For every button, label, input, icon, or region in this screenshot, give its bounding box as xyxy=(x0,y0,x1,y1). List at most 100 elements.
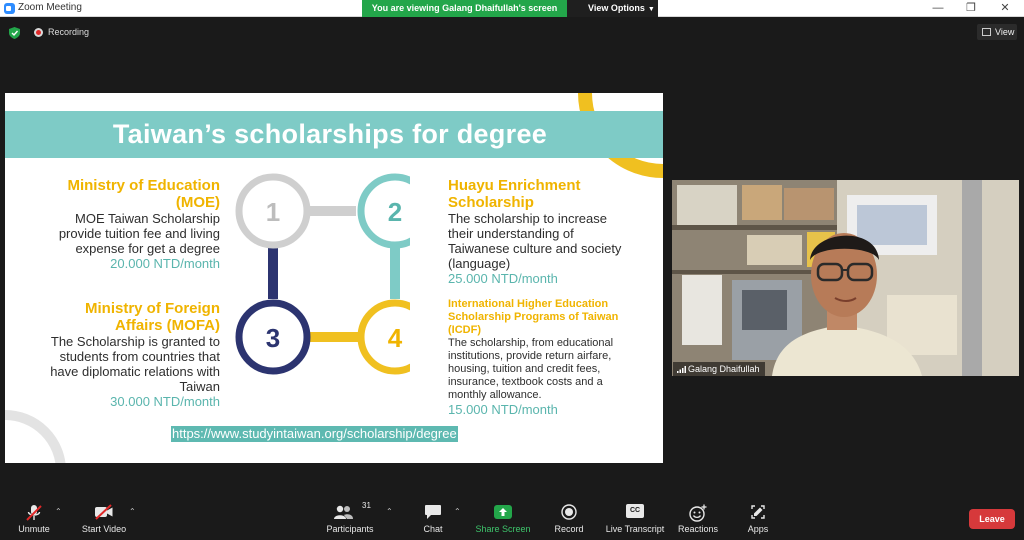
mofa-org-line1: Ministry of Foreign xyxy=(85,300,220,317)
participants-button[interactable]: 31 Participants xyxy=(322,495,378,540)
step-4-circle xyxy=(357,299,410,375)
share-screen-label: Share Screen xyxy=(475,524,531,534)
mofa-desc-line3: have diplomatic relations with xyxy=(50,364,220,379)
unmute-label: Unmute xyxy=(18,524,50,534)
encryption-shield-icon[interactable] xyxy=(9,27,20,39)
apps-label: Apps xyxy=(747,524,769,534)
icdf-desc-line2: institutions, provide return airfare, xyxy=(448,350,612,362)
participants-icon xyxy=(334,505,353,519)
participants-label: Participants xyxy=(326,524,374,534)
close-button[interactable]: ✕ xyxy=(988,0,1022,17)
chat-bubble-icon xyxy=(425,505,441,519)
mofa-amount: 30.000 NTD/month xyxy=(110,394,220,409)
moe-amount: 20.000 NTD/month xyxy=(110,256,220,271)
moe-desc-line3: expense for get a degree xyxy=(75,241,220,256)
maximize-button[interactable]: ❐ xyxy=(954,0,988,17)
participant-video-frame xyxy=(672,180,1019,376)
leave-button[interactable]: Leave xyxy=(969,509,1015,529)
participant-video-tile[interactable] xyxy=(672,180,1019,376)
reactions-label: Reactions xyxy=(677,524,719,534)
chat-label: Chat xyxy=(423,524,443,534)
apps-button[interactable]: Apps xyxy=(740,495,776,540)
moe-desc-line2: provide tuition fee and living xyxy=(58,226,220,241)
icdf-desc-line1: The scholarship, from educational xyxy=(448,337,614,349)
view-options-button[interactable]: View Options ▼ xyxy=(567,0,658,17)
minimize-icon: — xyxy=(932,2,944,14)
mofa-desc-line4: Taiwan xyxy=(179,379,220,394)
step-1-number: 1 xyxy=(266,197,280,227)
mofa-org-line2: Affairs (MOFA) xyxy=(115,317,220,334)
slide-title: Taiwan’s scholarships for degree xyxy=(112,119,548,149)
live-transcript-button[interactable]: CC Live Transcript xyxy=(603,495,667,540)
video-camera-off-icon xyxy=(95,504,113,520)
close-icon: ✕ xyxy=(1000,2,1010,14)
mofa-desc-line1: The Scholarship is granted to xyxy=(50,334,220,349)
icdf-org-line2: Scholarship Programs of Taiwan xyxy=(448,311,619,323)
decorative-arc-bottom-left xyxy=(5,410,66,463)
zoom-window: Zoom Meeting You are viewing Galang Dhai… xyxy=(0,0,1024,540)
meeting-toolbar: Unmute ⌃ Start Video ⌃ 31 Participants ⌃ xyxy=(0,495,1024,540)
unmute-button[interactable]: Unmute xyxy=(12,495,56,540)
live-transcript-label: Live Transcript xyxy=(605,524,665,534)
chevron-down-icon: ▼ xyxy=(647,6,655,13)
record-label: Record xyxy=(554,524,584,534)
view-button[interactable]: View xyxy=(977,24,1017,40)
reactions-button[interactable]: Reactions xyxy=(676,495,720,540)
viewing-screen-banner: You are viewing Galang Dhaifullah's scre… xyxy=(362,0,567,17)
icdf-amount: 15.000 NTD/month xyxy=(448,402,558,417)
step-2-number: 2 xyxy=(388,197,402,227)
huayu-org-line2: Scholarship xyxy=(448,194,534,211)
participant-name: Galang Dhaifullah xyxy=(688,364,760,374)
step-4-number: 4 xyxy=(388,323,403,353)
recording-icon xyxy=(34,28,43,37)
moe-desc-line1: MOE Taiwan Scholarship xyxy=(75,211,220,226)
minimize-button[interactable]: — xyxy=(921,0,955,17)
closed-caption-icon: CC xyxy=(626,504,644,518)
mofa-block: Ministry of Foreign Affairs (MOFA) The S… xyxy=(15,300,220,409)
icdf-desc-line4: insurance, textbook costs and a xyxy=(448,376,603,388)
reactions-smiley-icon xyxy=(689,504,707,522)
participants-options-chevron-icon[interactable]: ⌃ xyxy=(386,507,393,516)
mofa-desc-line2: students from countries that xyxy=(59,349,220,364)
huayu-desc-line4: (language) xyxy=(448,256,511,271)
icdf-block: International Higher Education Scholarsh… xyxy=(448,298,658,417)
chat-button[interactable]: Chat xyxy=(416,495,450,540)
share-screen-button[interactable]: Share Screen xyxy=(474,495,532,540)
shared-screen-slide: Taiwan’s scholarships for degree 1 2 3 4… xyxy=(5,93,663,463)
huayu-amount: 25.000 NTD/month xyxy=(448,271,558,286)
huayu-desc-line3: Taiwanese culture and society xyxy=(448,241,622,256)
participants-count: 31 xyxy=(362,501,371,510)
step-3-number: 3 xyxy=(266,323,280,353)
icdf-org-line1: International Higher Education xyxy=(448,298,609,310)
grid-view-icon xyxy=(982,28,991,36)
step-2-circle xyxy=(357,173,410,249)
restore-icon: ❐ xyxy=(966,2,976,14)
view-options-label: View Options xyxy=(588,3,645,13)
chat-options-chevron-icon[interactable]: ⌃ xyxy=(454,507,461,516)
start-video-button[interactable]: Start Video xyxy=(78,495,130,540)
scholarship-link[interactable]: https://www.studyintaiwan.org/scholarshi… xyxy=(171,426,458,442)
view-label: View xyxy=(995,27,1015,37)
moe-org-line2: (MOE) xyxy=(175,194,220,211)
participant-name-label: Galang Dhaifullah xyxy=(673,362,765,376)
audio-options-chevron-icon[interactable]: ⌃ xyxy=(55,507,62,516)
apps-icon xyxy=(751,505,765,519)
moe-block: Ministry of Education (MOE) MOE Taiwan S… xyxy=(15,177,220,271)
icdf-desc-line5: monthly allowance. xyxy=(448,389,542,401)
huayu-desc-line1: The scholarship to increase xyxy=(448,211,607,226)
huayu-desc-line2: their understanding of xyxy=(448,226,574,241)
microphone-muted-icon xyxy=(26,505,42,521)
moe-org-line1: Ministry of Education xyxy=(67,177,220,194)
huayu-org-line1: Huayu Enrichment xyxy=(448,177,581,194)
record-icon xyxy=(561,504,577,520)
window-title: Zoom Meeting xyxy=(18,2,82,13)
icdf-org-line3: (ICDF) xyxy=(448,324,481,336)
record-button[interactable]: Record xyxy=(548,495,590,540)
icdf-desc-line3: housing, tuition and credit fees, xyxy=(448,363,601,375)
video-options-chevron-icon[interactable]: ⌃ xyxy=(129,507,136,516)
signal-strength-icon xyxy=(677,366,686,373)
recording-label[interactable]: Recording xyxy=(48,27,89,37)
zoom-app-icon xyxy=(4,3,15,14)
start-video-label: Start Video xyxy=(81,524,127,534)
huayu-block: Huayu Enrichment Scholarship The scholar… xyxy=(448,177,658,286)
